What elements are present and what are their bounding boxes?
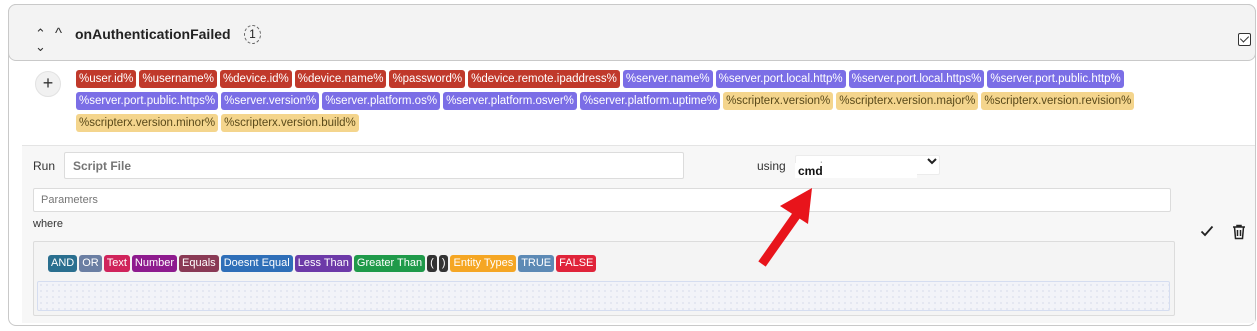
condition-drop-area[interactable] — [37, 281, 1170, 311]
variable-tag[interactable]: %server.port.local.https% — [848, 70, 985, 88]
where-label: where — [33, 218, 63, 230]
variable-tag[interactable]: %server.platform.uptime% — [579, 92, 721, 110]
variable-tags: %user.id% %username% %device.id% %device.na… — [76, 70, 1196, 132]
operator-chip[interactable]: ( — [427, 255, 437, 272]
trash-icon[interactable] — [1232, 224, 1246, 240]
script-file-input[interactable] — [64, 152, 684, 179]
operator-chip[interactable]: ) — [438, 255, 449, 272]
interpreter-option[interactable]: cmd — [798, 164, 823, 178]
operator-chip[interactable]: Doesnt Equal — [220, 255, 293, 272]
caret-up-icon[interactable]: ^ — [55, 25, 62, 42]
variable-tag[interactable]: %username% — [139, 70, 217, 88]
variable-tag[interactable]: %scripterx.version.major% — [836, 92, 979, 110]
event-title: onAuthenticationFailed — [75, 26, 231, 42]
variable-tag[interactable]: %scripterx.version.build% — [221, 114, 359, 132]
variable-tag[interactable]: %server.port.local.http% — [715, 70, 846, 88]
variable-tag[interactable]: %device.id% — [219, 70, 292, 88]
checkbox-checked-icon[interactable] — [1238, 33, 1251, 46]
operator-chip[interactable]: OR — [79, 255, 102, 272]
operator-chip[interactable]: AND — [48, 255, 78, 272]
chevron-down-icon[interactable] — [927, 156, 937, 169]
variable-tag[interactable]: %server.version% — [221, 92, 320, 110]
event-header[interactable]: ⌃ ⌄ ^ onAuthenticationFailed 1 — [8, 4, 1256, 61]
variable-tag[interactable]: %password% — [389, 70, 466, 88]
variable-tag[interactable]: %device.name% — [294, 70, 387, 88]
using-label: using — [757, 159, 786, 173]
annotation-arrow — [758, 188, 812, 267]
operator-chip[interactable]: Equals — [179, 255, 219, 272]
variable-tag[interactable]: %device.remote.ipaddress% — [468, 70, 620, 88]
operator-chip[interactable]: Text — [103, 255, 130, 272]
variable-tag[interactable]: %server.port.public.https% — [76, 92, 219, 110]
variable-tag[interactable]: %user.id% — [76, 70, 137, 88]
variable-tag[interactable]: %scripterx.version.minor% — [76, 114, 219, 132]
operator-chip[interactable]: Number — [131, 255, 178, 272]
variable-tag[interactable]: %server.platform.os% — [322, 92, 441, 110]
parameters-input[interactable] — [33, 188, 1171, 212]
chevrons-up-down-icon[interactable]: ⌃ ⌄ — [35, 27, 46, 53]
event-count-badge: 1 — [244, 25, 261, 44]
variable-tag[interactable]: %server.platform.osver% — [443, 92, 577, 110]
variable-tag[interactable]: %server.name% — [622, 70, 713, 88]
operator-chip[interactable]: Entity Types — [450, 255, 517, 272]
add-button[interactable]: + — [35, 71, 61, 97]
run-label: Run — [33, 159, 56, 173]
operator-chip[interactable]: FALSE — [556, 255, 597, 272]
variable-tag[interactable]: %scripterx.version% — [723, 92, 834, 110]
check-icon[interactable] — [1200, 224, 1214, 238]
operator-palette: AND OR Text Number Equals Doesnt Equal Less Th… — [48, 255, 597, 272]
variable-tag[interactable]: %server.port.public.http% — [987, 70, 1124, 88]
operator-chip[interactable]: TRUE — [518, 255, 555, 272]
operator-chip[interactable]: Greater Than — [353, 255, 426, 272]
variable-tag[interactable]: %scripterx.version.revision% — [981, 92, 1135, 110]
operator-chip[interactable]: Less Than — [294, 255, 352, 272]
